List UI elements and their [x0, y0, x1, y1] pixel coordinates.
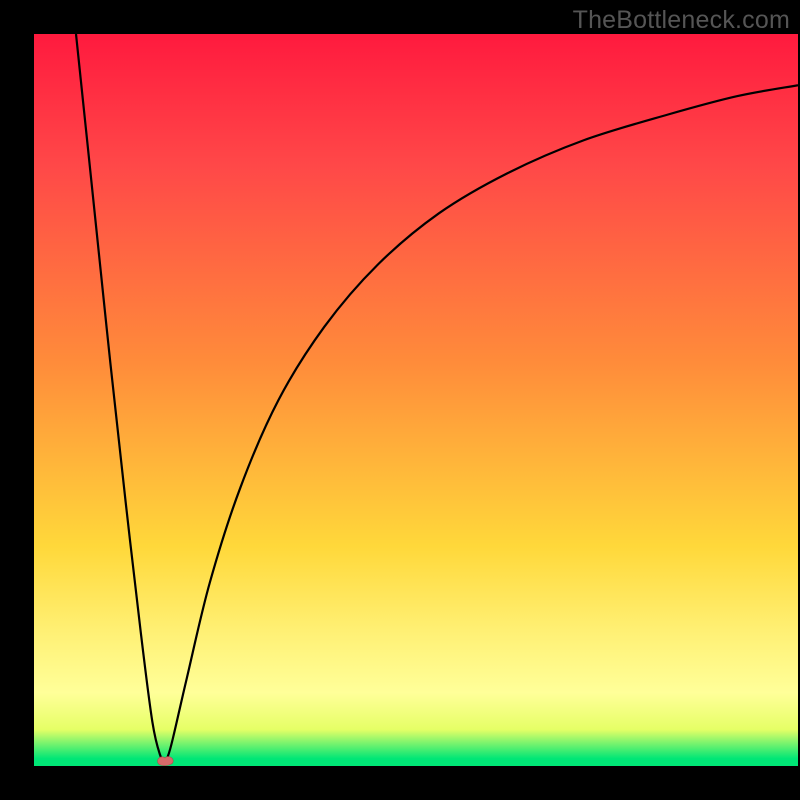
- plot-area: [34, 34, 798, 766]
- watermark-text: TheBottleneck.com: [573, 6, 790, 35]
- chart-frame: TheBottleneck.com: [0, 0, 800, 800]
- curve-path: [76, 34, 798, 762]
- bottleneck-curve: [34, 34, 798, 766]
